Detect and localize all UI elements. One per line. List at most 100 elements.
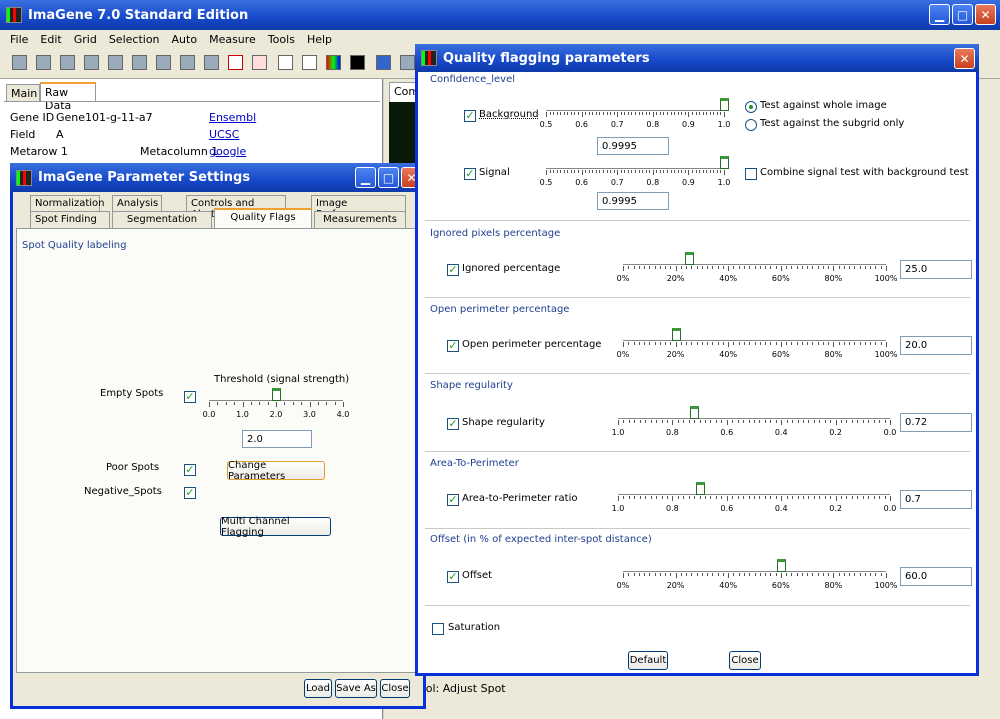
- slider-thumb[interactable]: [776, 559, 786, 572]
- zoom-icon[interactable]: [302, 55, 317, 70]
- main-title-bar[interactable]: ImaGene 7.0 Standard Edition ▁ □ ✕: [0, 0, 1000, 30]
- saturation-checkbox[interactable]: [432, 623, 444, 635]
- open-perimeter-field[interactable]: 20.0: [900, 336, 972, 355]
- slider-tick: [880, 266, 882, 269]
- slider-thumb[interactable]: [719, 156, 729, 169]
- multi-channel-flagging-button[interactable]: Multi Channel Flagging: [220, 516, 331, 538]
- param-maximize-button[interactable]: □: [378, 167, 399, 188]
- offset-checkbox[interactable]: ✓: [447, 571, 459, 583]
- slider-tick: [677, 420, 679, 423]
- negative-spots-checkbox[interactable]: ✓: [184, 487, 196, 499]
- grid-move-icon[interactable]: [156, 55, 171, 70]
- slider-thumb[interactable]: [272, 388, 281, 401]
- menu-selection[interactable]: Selection: [109, 33, 160, 46]
- slider-thumb[interactable]: [671, 328, 681, 341]
- ensembl-link[interactable]: Ensembl: [209, 111, 256, 124]
- slider-thumb[interactable]: [719, 98, 729, 111]
- signal-value-field[interactable]: 0.9995: [597, 192, 669, 210]
- ucsc-link[interactable]: UCSC: [209, 128, 239, 141]
- default-button[interactable]: Default: [628, 651, 668, 670]
- signal-checkbox[interactable]: ✓: [464, 168, 476, 180]
- test-subgrid-radio[interactable]: [745, 119, 757, 131]
- tab-raw-data[interactable]: Raw Data: [40, 82, 96, 112]
- threshold-value-field[interactable]: 2.0: [242, 430, 312, 448]
- slider-tick: [775, 266, 777, 269]
- signal-slider[interactable]: 0.5 0.6 0.7 0.8 0.9 1.0: [540, 154, 730, 192]
- change-parameters-button[interactable]: Change Parameters: [227, 460, 325, 482]
- menu-help[interactable]: Help: [307, 33, 332, 46]
- offset-field[interactable]: 60.0: [900, 567, 972, 586]
- slider-tick: [556, 170, 558, 173]
- export-icon[interactable]: [376, 55, 391, 70]
- open-perimeter-slider[interactable]: 0% 20% 40% 60% 80% 100%: [617, 326, 897, 364]
- grid-icon[interactable]: [60, 55, 75, 70]
- grid-adjust-icon[interactable]: [132, 55, 147, 70]
- param-close-button[interactable]: Close: [380, 679, 410, 698]
- param-minimize-button[interactable]: ▁: [355, 167, 376, 188]
- ignored-percentage-field[interactable]: 25.0: [900, 260, 972, 279]
- slider-tick-label: 40%: [719, 350, 738, 359]
- report-icon[interactable]: [400, 55, 415, 70]
- open-perimeter-checkbox[interactable]: ✓: [447, 340, 459, 352]
- load-button[interactable]: Load: [304, 679, 332, 698]
- slider-tick: [581, 170, 583, 175]
- metarow-label: Metarow 1: [10, 145, 68, 158]
- tab-quality-flags[interactable]: Quality Flags: [214, 208, 312, 228]
- tab-main[interactable]: Main: [6, 84, 40, 102]
- maximize-button[interactable]: □: [952, 4, 973, 25]
- menu-tools[interactable]: Tools: [268, 33, 295, 46]
- slider-tick: [808, 496, 810, 499]
- grid-fit-icon[interactable]: [204, 55, 219, 70]
- minimize-button[interactable]: ▁: [929, 4, 950, 25]
- menu-edit[interactable]: Edit: [40, 33, 61, 46]
- area-to-perimeter-field[interactable]: 0.7: [900, 490, 972, 509]
- save-icon[interactable]: [36, 55, 51, 70]
- rotate-icon[interactable]: [180, 55, 195, 70]
- close-window-button[interactable]: ✕: [975, 4, 996, 25]
- flag-icon[interactable]: [228, 55, 243, 70]
- threshold-slider[interactable]: 0.0 1.0 2.0 3.0 4.0: [203, 386, 349, 426]
- slider-tick: [623, 496, 625, 499]
- tab-analysis[interactable]: Analysis: [112, 195, 162, 211]
- param-dialog-title-bar[interactable]: ImaGene Parameter Settings ▁ □ ✕: [10, 163, 426, 192]
- area-to-perimeter-checkbox[interactable]: ✓: [447, 494, 459, 506]
- hand-icon[interactable]: [278, 55, 293, 70]
- ignored-percentage-checkbox[interactable]: ✓: [447, 264, 459, 276]
- menu-measure[interactable]: Measure: [209, 33, 256, 46]
- combine-test-checkbox[interactable]: [745, 168, 757, 180]
- comment-icon[interactable]: [252, 55, 267, 70]
- menu-auto[interactable]: Auto: [172, 33, 198, 46]
- tab-normalization[interactable]: Normalization: [30, 195, 105, 211]
- shape-regularity-checkbox[interactable]: ✓: [447, 418, 459, 430]
- menu-grid[interactable]: Grid: [74, 33, 97, 46]
- area-to-perimeter-slider[interactable]: 1.0 0.8 0.6 0.4 0.2 0.0: [612, 480, 896, 518]
- background-checkbox[interactable]: ✓: [464, 110, 476, 122]
- background-value-field[interactable]: 0.9995: [597, 137, 669, 155]
- slider-thumb[interactable]: [690, 406, 700, 419]
- poor-spots-checkbox[interactable]: ✓: [184, 464, 196, 476]
- quality-close-button[interactable]: Close: [729, 651, 761, 670]
- grid-select-icon[interactable]: [84, 55, 99, 70]
- quality-close-window-button[interactable]: ✕: [954, 48, 975, 69]
- shape-regularity-slider[interactable]: 1.0 0.8 0.6 0.4 0.2 0.0: [612, 404, 896, 442]
- test-whole-image-radio[interactable]: [745, 101, 757, 113]
- save-as-button[interactable]: Save As: [335, 679, 377, 698]
- google-link[interactable]: google: [209, 145, 246, 158]
- tab-measurements[interactable]: Measurements: [314, 211, 406, 228]
- tab-image-preferences[interactable]: Image Preferences: [311, 195, 406, 220]
- empty-spots-checkbox[interactable]: ✓: [184, 391, 196, 403]
- menu-file[interactable]: File: [10, 33, 28, 46]
- grid-place-icon[interactable]: [108, 55, 123, 70]
- open-icon[interactable]: [12, 55, 27, 70]
- offset-slider[interactable]: 0% 20% 40% 60% 80% 100%: [617, 557, 897, 595]
- slider-thumb[interactable]: [684, 252, 694, 265]
- background-slider[interactable]: 0.5 0.6 0.7 0.8 0.9 1.0: [540, 96, 730, 134]
- tab-segmentation[interactable]: Segmentation: [112, 211, 212, 228]
- tab-spot-finding[interactable]: Spot Finding: [30, 211, 110, 228]
- color-icon[interactable]: [326, 55, 341, 70]
- contrast-icon[interactable]: [350, 55, 365, 70]
- shape-regularity-field[interactable]: 0.72: [900, 413, 972, 432]
- ignored-percentage-slider[interactable]: 0% 20% 40% 60% 80% 100%: [617, 250, 897, 288]
- quality-dialog-title-bar[interactable]: Quality flagging parameters ✕: [415, 44, 979, 72]
- slider-thumb[interactable]: [695, 482, 705, 495]
